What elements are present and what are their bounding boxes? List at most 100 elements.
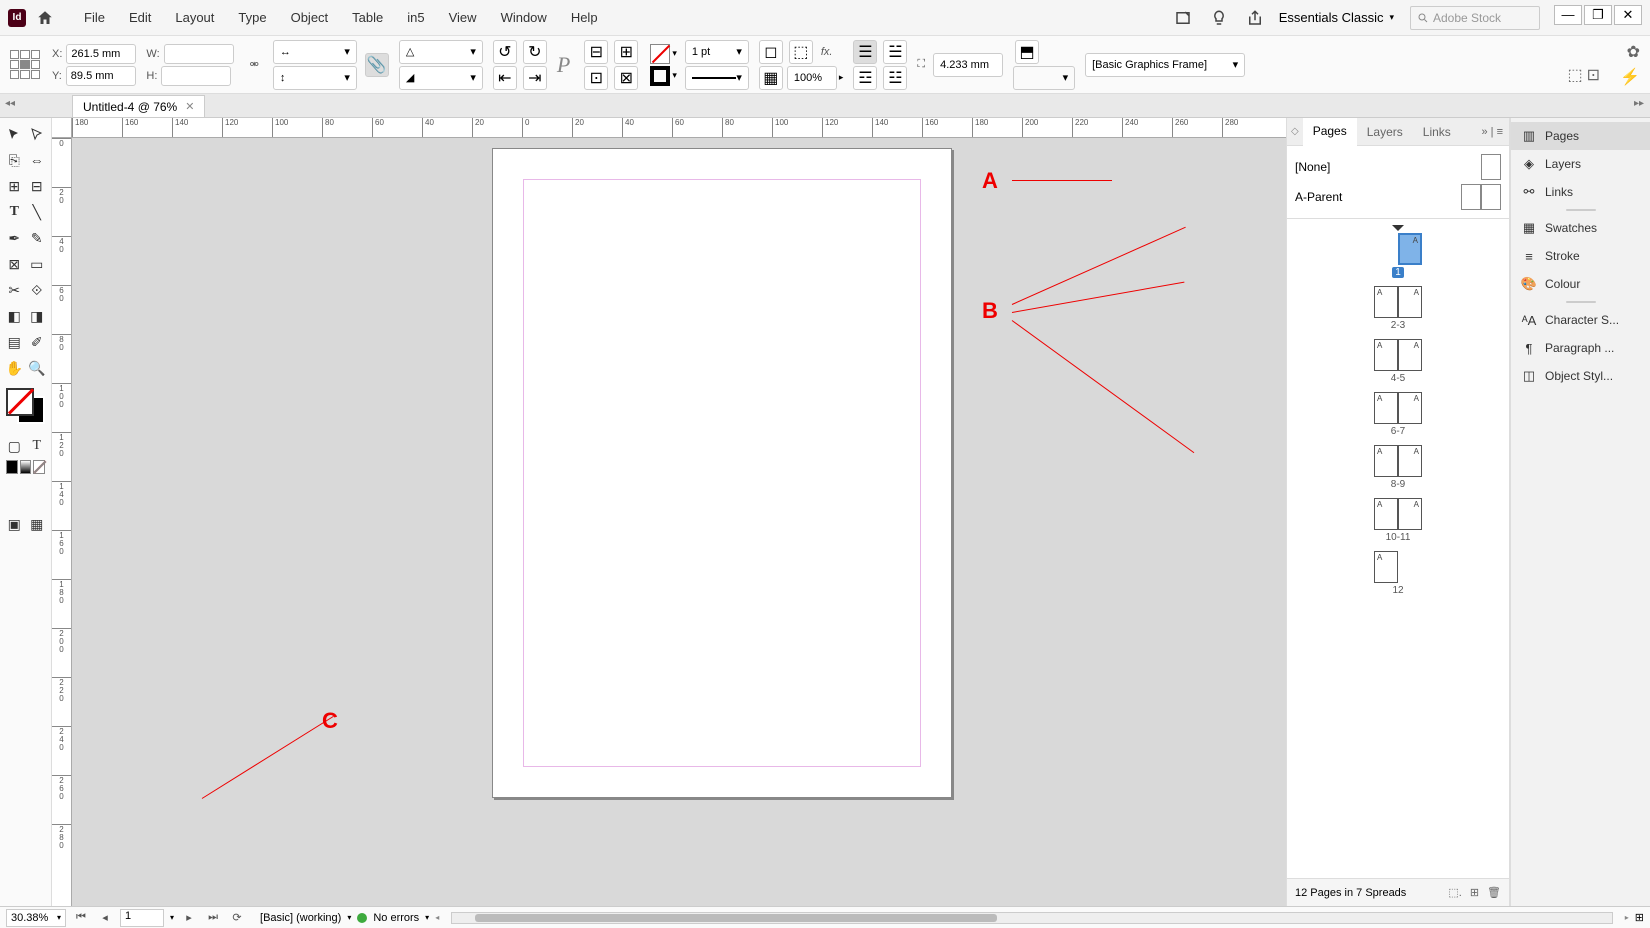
horizontal-scrollbar[interactable] (451, 912, 1613, 924)
scroll-right-icon[interactable]: ▸ (1625, 913, 1629, 922)
text-wrap-jump-icon[interactable]: ☳ (883, 66, 907, 90)
clip-icon[interactable]: 📎 (365, 53, 389, 77)
page-spread[interactable] (492, 148, 952, 798)
shear-input[interactable]: ◢ ▾ (399, 66, 483, 90)
rectangle-frame-tool[interactable]: ⊠ (4, 252, 25, 276)
pencil-tool[interactable]: ✎ (27, 226, 48, 250)
rotate-cw-icon[interactable]: ↻ (523, 40, 547, 64)
prev-spread-icon[interactable]: ◂ (96, 909, 114, 927)
collapse-right-icon[interactable]: ▸▸ (1634, 98, 1644, 109)
control-settings-icon[interactable]: ✿ (1627, 42, 1640, 62)
align-page-icon[interactable]: ⊠ (614, 66, 638, 90)
libraries-icon[interactable]: ⬚ (1567, 65, 1582, 85)
menu-edit[interactable]: Edit (117, 10, 163, 25)
open-nav-icon[interactable]: ⟳ (228, 909, 246, 927)
color-swatch-input[interactable]: ▾ (1013, 66, 1075, 90)
scale-x-input[interactable]: ↔ ▾ (273, 40, 357, 64)
new-page-icon[interactable]: ⊞ (1470, 886, 1479, 899)
horizontal-ruler[interactable]: 1801601401201008060402002040608010012014… (72, 118, 1286, 138)
window-close[interactable]: ✕ (1614, 5, 1642, 25)
text-wrap-none-icon[interactable]: ☰ (853, 40, 877, 64)
view-mode-preview-icon[interactable]: ▦ (27, 512, 48, 536)
pages-list[interactable]: A1AA2-3AA4-5AA6-7AA8-9AA10-11A12 (1287, 219, 1509, 878)
window-minimize[interactable]: — (1554, 5, 1582, 25)
last-spread-icon[interactable]: ⏭ (204, 909, 222, 927)
master-none[interactable]: [None] (1295, 152, 1501, 182)
menu-layout[interactable]: Layout (163, 10, 226, 25)
preflight-errors-label[interactable]: No errors (373, 912, 419, 924)
stroke-style-select[interactable]: ▾ (685, 66, 749, 90)
frame-fitting-icon[interactable]: ⬚ (789, 40, 813, 64)
format-text-icon[interactable]: T (27, 434, 48, 458)
scale-y-input[interactable]: ↕ ▾ (273, 66, 357, 90)
collapse-toolbox-icon[interactable]: ◂◂ (5, 98, 15, 109)
content-collector-tool[interactable]: ⊞ (4, 174, 25, 198)
search-adobe-stock[interactable]: Adobe Stock (1410, 6, 1540, 30)
bridge-icon[interactable]: ⊡ (1587, 65, 1600, 85)
align-selection-icon[interactable]: ⊟ (584, 40, 608, 64)
align-margin-icon[interactable]: ⊡ (584, 66, 608, 90)
dock-paragraph-styles[interactable]: ¶Paragraph ... (1511, 334, 1650, 362)
selection-tool[interactable] (4, 122, 25, 146)
view-mode-normal-icon[interactable]: ▣ (4, 512, 25, 536)
panel-expand-icon[interactable]: » | ≡ (1475, 126, 1509, 138)
close-tab-icon[interactable]: ✕ (185, 100, 194, 113)
scissors-tool[interactable]: ✂ (4, 278, 25, 302)
free-transform-tool[interactable]: ⟐ (27, 278, 48, 302)
stroke-swatch[interactable] (650, 66, 670, 86)
dock-stroke[interactable]: ≡Stroke (1511, 242, 1650, 270)
canvas[interactable]: 1801601401201008060402002040608010012014… (52, 118, 1286, 906)
select-container-icon[interactable]: ⬒ (1015, 40, 1039, 64)
note-tool[interactable]: ▤ (4, 330, 25, 354)
fill-swatch[interactable] (650, 44, 670, 64)
format-container-icon[interactable]: ▢ (4, 434, 25, 458)
preflight-profile-label[interactable]: [Basic] (working) (260, 912, 341, 924)
menu-file[interactable]: File (72, 10, 117, 25)
auto-fit-icon[interactable]: ⛶ (917, 53, 925, 77)
w-input[interactable] (164, 44, 234, 64)
dock-pages[interactable]: ▥Pages (1511, 122, 1650, 150)
menu-in5[interactable]: in5 (395, 10, 436, 25)
flip-v-icon[interactable]: ⇥ (523, 66, 547, 90)
eyedropper-tool[interactable]: ✐ (27, 330, 48, 354)
align-key-icon[interactable]: ⊞ (614, 40, 638, 64)
ruler-origin[interactable] (52, 118, 72, 138)
next-spread-icon[interactable]: ▸ (180, 909, 198, 927)
direct-selection-tool[interactable] (27, 122, 48, 146)
pen-tool[interactable]: ✒ (4, 226, 25, 250)
type-tool[interactable]: T (4, 200, 25, 224)
gradient-feather-tool[interactable]: ◨ (27, 304, 48, 328)
window-restore[interactable]: ❐ (1584, 5, 1612, 25)
panel-tab-pages[interactable]: Pages (1303, 118, 1357, 146)
zoom-input[interactable]: 30.38%▾ (6, 909, 66, 927)
dock-links[interactable]: ⚯Links (1511, 178, 1650, 206)
document-tab[interactable]: Untitled-4 @ 76% ✕ (72, 95, 205, 117)
workspace-switcher[interactable]: Essentials Classic▾ (1273, 10, 1400, 25)
zoom-tool[interactable]: 🔍 (27, 356, 48, 380)
y-input[interactable]: 89.5 mm (66, 66, 136, 86)
rotation-input[interactable]: △ ▾ (399, 40, 483, 64)
panel-tab-links[interactable]: Links (1413, 118, 1461, 146)
menu-type[interactable]: Type (226, 10, 278, 25)
gap-tool[interactable]: ⇔ (27, 148, 48, 172)
screen-mode-icon[interactable] (1171, 6, 1195, 30)
hand-tool[interactable]: ✋ (4, 356, 25, 380)
dock-layers[interactable]: ◈Layers (1511, 150, 1650, 178)
h-input[interactable] (161, 66, 231, 86)
flip-h-icon[interactable]: ⇤ (493, 66, 517, 90)
edit-page-size-icon[interactable]: ⬚. (1448, 886, 1461, 899)
dock-colour[interactable]: 🎨Colour (1511, 270, 1650, 298)
menu-object[interactable]: Object (279, 10, 341, 25)
text-wrap-shape-icon[interactable]: ☲ (853, 66, 877, 90)
menu-window[interactable]: Window (489, 10, 559, 25)
menu-view[interactable]: View (437, 10, 489, 25)
rectangle-tool[interactable]: ▭ (27, 252, 48, 276)
line-tool[interactable]: ╲ (27, 200, 48, 224)
reference-point[interactable] (10, 50, 40, 80)
home-icon[interactable] (36, 9, 54, 27)
first-spread-icon[interactable]: ⏮ (72, 909, 90, 927)
panel-tab-layers[interactable]: Layers (1357, 118, 1413, 146)
share-icon[interactable] (1243, 6, 1267, 30)
gap-input[interactable]: 4.233 mm (933, 53, 1003, 77)
fill-stroke-swatch[interactable] (4, 386, 47, 426)
